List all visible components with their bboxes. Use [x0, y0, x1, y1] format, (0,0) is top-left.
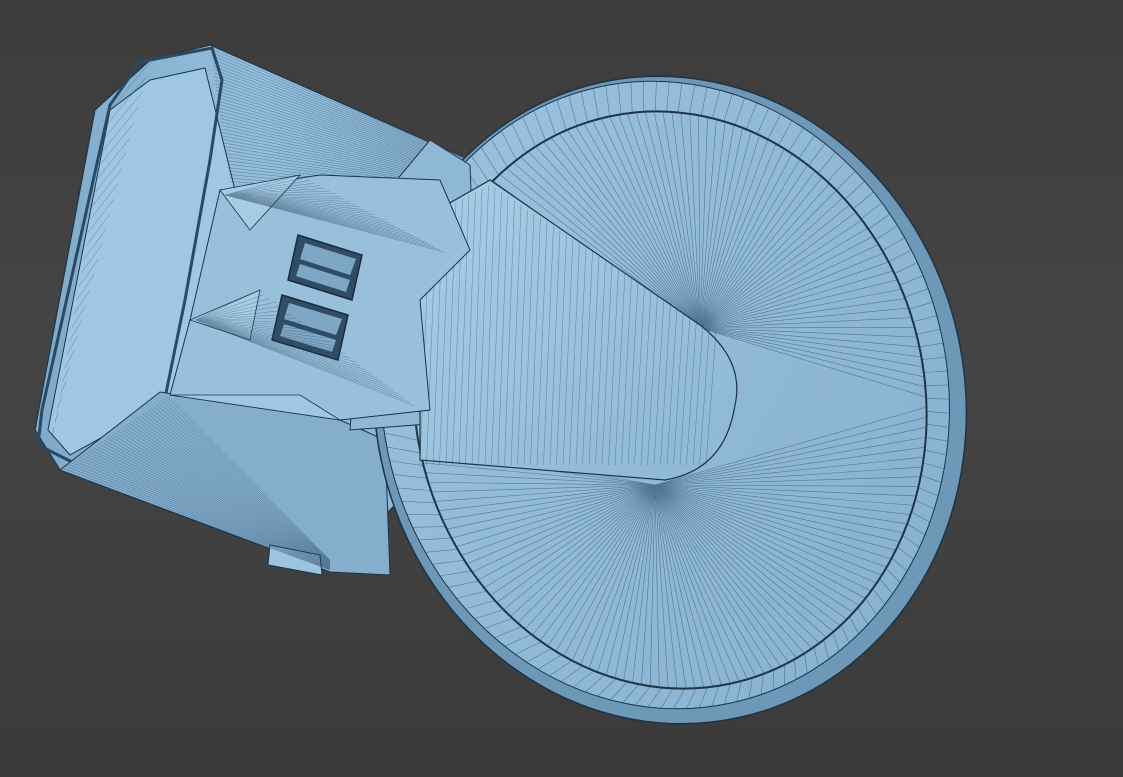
mesh-render[interactable] — [0, 0, 1123, 777]
3d-viewport[interactable] — [0, 0, 1123, 777]
